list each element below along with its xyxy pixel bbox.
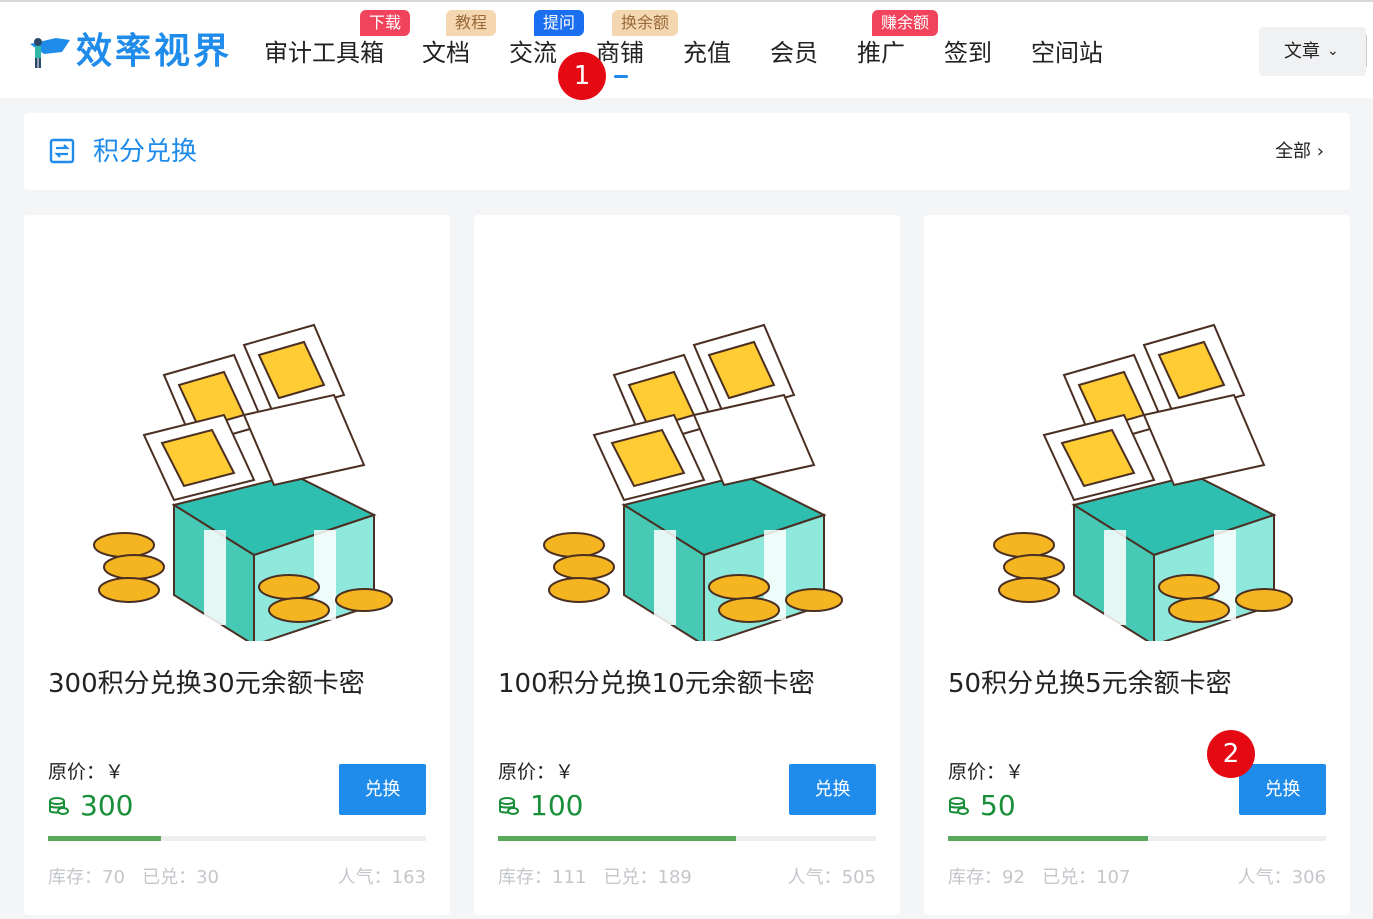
money-gift-box-image: [543, 323, 843, 641]
annotation-marker-1: 1: [558, 52, 606, 100]
section-title: 积分兑换: [93, 137, 198, 167]
nav-badge-earn-balance: 赚余额: [872, 10, 939, 36]
original-price-label: 原价：￥: [48, 761, 125, 783]
nav-item-recharge[interactable]: 充值: [683, 36, 731, 70]
stock-count: 库存：92: [948, 867, 1025, 888]
redeem-button[interactable]: 兑换: [1239, 764, 1326, 815]
nav-item-promotion[interactable]: 推广: [857, 36, 905, 70]
nav-item-membership[interactable]: 会员: [770, 36, 818, 70]
site-header: 效率视界 下载 审计工具箱 教程 文档 提问 交流 换余额 商铺 充值 会员 赚…: [0, 0, 1373, 98]
article-dropdown-label: 文章: [1284, 41, 1320, 62]
redemption-progress-fill: [948, 836, 1149, 841]
nav-badge-ask: 提问: [534, 10, 585, 36]
points-price: 100: [498, 788, 583, 824]
annotation-marker-2: 2: [1207, 730, 1255, 778]
points-exchange-header: 积分兑换 全部 ›: [24, 113, 1350, 190]
stock-and-redeemed: 库存：111 已兑：189: [498, 865, 692, 891]
chevron-down-icon: ⌄: [1327, 43, 1339, 59]
original-price-label: 原价：￥: [498, 761, 575, 783]
redemption-progress-bar: [498, 836, 876, 841]
product-card[interactable]: 300积分兑换30元余额卡密 原价：￥ 300 兑换 库存：70 已兑：30 人…: [24, 215, 450, 915]
product-title[interactable]: 300积分兑换30元余额卡密: [48, 665, 365, 703]
chevron-right-icon: ›: [1316, 141, 1324, 162]
points-price-value: 300: [80, 789, 134, 822]
stock-and-redeemed: 库存：70 已兑：30: [48, 865, 219, 891]
points-price-value: 100: [530, 789, 584, 822]
points-price-value: 50: [980, 789, 1016, 822]
redemption-progress-bar: [948, 836, 1326, 841]
points-price: 50: [948, 788, 1016, 824]
header-divider: [1366, 35, 1367, 67]
stock-count: 库存：70: [48, 867, 125, 888]
exchange-icon: [49, 138, 75, 164]
nav-item-audit-toolbox[interactable]: 审计工具箱: [264, 36, 384, 70]
nav-badge-tutorial: 教程: [446, 10, 497, 36]
nav-item-community[interactable]: 交流: [509, 36, 557, 70]
redemption-progress-bar: [48, 836, 426, 841]
coins-icon: [499, 797, 519, 815]
money-gift-box-image: [93, 323, 393, 641]
redemption-progress-fill: [48, 836, 162, 841]
view-all-link[interactable]: 全部 ›: [1275, 139, 1324, 165]
popularity-count: 人气：306: [1237, 867, 1326, 888]
redeemed-count: 已兑：30: [142, 867, 219, 888]
coins-icon: [949, 797, 969, 815]
view-all-label: 全部: [1275, 141, 1312, 162]
popularity-count: 人气：505: [787, 867, 876, 888]
article-dropdown[interactable]: 文章 ⌄: [1259, 27, 1366, 76]
coins-icon: [49, 797, 69, 815]
original-price-label: 原价：￥: [948, 761, 1025, 783]
redeemed-count: 已兑：107: [1042, 867, 1131, 888]
product-title[interactable]: 50积分兑换5元余额卡密: [948, 665, 1232, 703]
redeemed-count: 已兑：189: [603, 867, 692, 888]
points-price: 300: [48, 788, 133, 824]
product-card[interactable]: 100积分兑换10元余额卡密 原价：￥ 100 兑换 库存：111 已兑：189…: [474, 215, 900, 915]
redeem-button[interactable]: 兑换: [339, 764, 426, 815]
redeem-button[interactable]: 兑换: [789, 764, 876, 815]
nav-badge-exchange-balance: 换余额: [612, 10, 679, 36]
product-title[interactable]: 100积分兑换10元余额卡密: [498, 665, 815, 703]
stock-and-redeemed: 库存：92 已兑：107: [948, 865, 1130, 891]
nav-badge-download: 下载: [360, 10, 411, 36]
nav-active-indicator: [614, 75, 628, 78]
nav-item-checkin[interactable]: 签到: [944, 36, 992, 70]
nav-item-space-station[interactable]: 空间站: [1031, 36, 1103, 70]
product-card[interactable]: 50积分兑换5元余额卡密 原价：￥ 50 兑换 库存：92 已兑：107 人气：…: [924, 215, 1350, 915]
redemption-progress-fill: [498, 836, 737, 841]
popularity-count: 人气：163: [337, 867, 426, 888]
stock-count: 库存：111: [498, 867, 587, 888]
money-gift-box-image: [993, 323, 1293, 641]
nav-item-docs[interactable]: 文档: [422, 36, 470, 70]
